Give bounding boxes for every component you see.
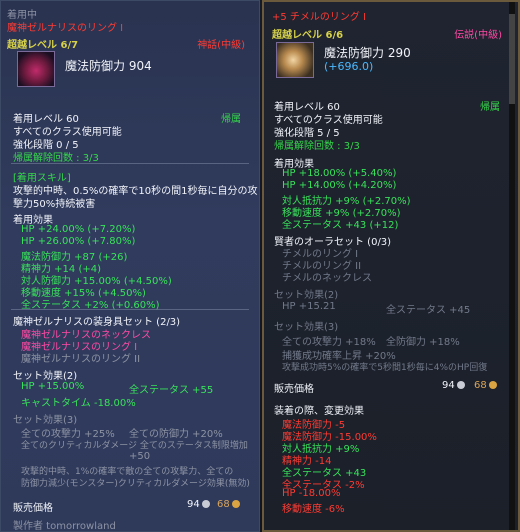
price-gold: 68 bbox=[217, 499, 240, 510]
set2-header: セット効果(2) bbox=[274, 290, 339, 301]
grade-line: 超越レベル 6/6 bbox=[272, 30, 344, 41]
gold-amount: 68 bbox=[474, 380, 487, 391]
change-effect-line: HP -18.00% bbox=[282, 488, 341, 499]
gold-amount: 68 bbox=[217, 499, 230, 510]
silver-amount: 94 bbox=[442, 380, 455, 391]
scrollbar-thumb[interactable] bbox=[509, 14, 515, 104]
set3-line: 全防御力 +18% bbox=[386, 337, 460, 348]
skill-desc-2: 撃力50%持続被害 bbox=[13, 199, 96, 210]
set2-line: キャストタイム -18.00% bbox=[21, 398, 136, 409]
item-title: 魔神ゼルナリスのリング I bbox=[7, 23, 124, 34]
price-silver: 94 bbox=[442, 380, 465, 391]
silver-coin-icon bbox=[201, 500, 210, 508]
aura-item: チメルのネックレス bbox=[282, 273, 372, 284]
silver-coin-icon bbox=[456, 381, 465, 389]
set3-line: 防御力減少(モンスター)クリティカルダメージ効果(無効) bbox=[21, 479, 250, 489]
change-header: 装着の際、変更効果 bbox=[274, 406, 364, 417]
price-silver: 94 bbox=[187, 499, 210, 510]
scrollbar[interactable] bbox=[509, 2, 515, 530]
divider bbox=[11, 163, 249, 164]
gold-coin-icon bbox=[231, 500, 240, 508]
gold-coin-icon bbox=[488, 381, 497, 389]
set3-header: セット効果(3) bbox=[274, 322, 339, 333]
grade-line: 超越レベル 6/7 bbox=[7, 40, 79, 51]
unbind-line: 帰属解除回数 : 3/3 bbox=[274, 141, 360, 152]
set3-line: +50 bbox=[129, 451, 151, 462]
set3-line: 全ての攻撃力 +18% bbox=[282, 337, 376, 348]
grade-label: 伝説(中級) bbox=[454, 30, 502, 41]
change-effect-line: 移動速度 -6% bbox=[282, 504, 345, 515]
equipped-item-tooltip: 着用中 魔神ゼルナリスのリング I 超越レベル 6/7 神話(中級) 魔法防御力… bbox=[0, 0, 260, 532]
compare-item-tooltip: +5 チメルのリング I 超越レベル 6/6 伝説(中級) 魔法防御力 290 … bbox=[262, 0, 520, 532]
main-stat: 魔法防御力 290 bbox=[324, 46, 411, 60]
set2-header: セット効果(2) bbox=[13, 371, 78, 382]
effect-line: HP +26.00% (+7.80%) bbox=[21, 236, 136, 247]
effect-line: HP +14.00% (+4.20%) bbox=[282, 180, 397, 191]
main-stat: 魔法防御力 904 bbox=[65, 59, 152, 73]
set3-header: セット効果(3) bbox=[13, 415, 78, 426]
price-label: 販売価格 bbox=[13, 503, 53, 514]
ring-item-icon bbox=[276, 42, 314, 78]
item-title: +5 チメルのリング I bbox=[272, 12, 367, 23]
set3-line: 攻撃成功時5%の確率で5秒間1秒毎に4%のHP回復 bbox=[282, 363, 488, 373]
unbind-line: 帰属解除回数 : 3/3 bbox=[13, 153, 99, 164]
grade-label: 神話(中級) bbox=[197, 40, 245, 51]
set2-line: 全ステータス +55 bbox=[129, 385, 214, 396]
set-item: 魔神ゼルナリスのリング II bbox=[21, 354, 141, 365]
price-label: 販売価格 bbox=[274, 384, 314, 395]
set2-line: HP +15.21 bbox=[282, 301, 336, 312]
bind-label: 帰属 bbox=[221, 114, 241, 125]
main-bonus: (+696.0) bbox=[324, 60, 374, 73]
effect-line: HP +18.00% (+5.40%) bbox=[282, 168, 397, 179]
silver-amount: 94 bbox=[187, 499, 200, 510]
set2-line: HP +15.00% bbox=[21, 381, 85, 392]
ring-item-icon bbox=[17, 51, 55, 87]
maker-line: 製作者 tomorrowland bbox=[13, 521, 116, 532]
effect-line: HP +24.00% (+7.20%) bbox=[21, 224, 136, 235]
divider bbox=[11, 309, 249, 310]
price-gold: 68 bbox=[474, 380, 497, 391]
bind-label: 帰属 bbox=[480, 102, 500, 113]
set3-line: 全てのクリティカルダメージ 全てのステータス制限増加 bbox=[21, 441, 248, 451]
effect-line: 全ステータス +43 (+12) bbox=[282, 220, 399, 231]
set2-line: 全ステータス +45 bbox=[386, 305, 471, 316]
